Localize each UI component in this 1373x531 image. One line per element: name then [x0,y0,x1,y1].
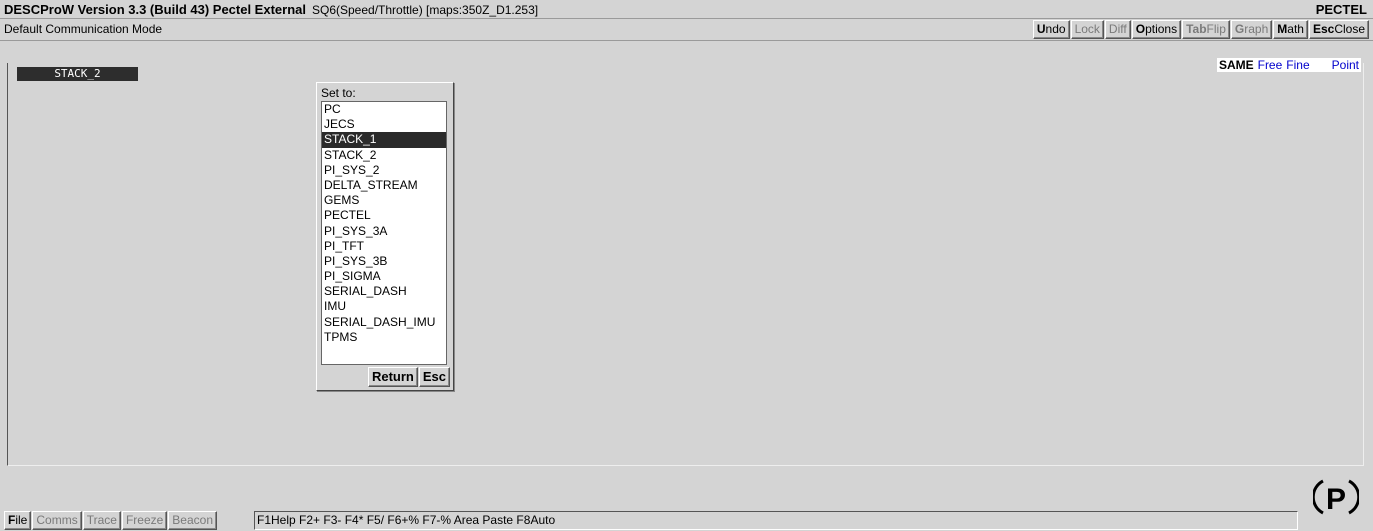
option-item[interactable]: SERIAL_DASH_IMU [322,315,446,330]
communication-mode-label: Default Communication Mode [4,22,163,36]
option-item[interactable]: GEMS [322,193,446,208]
option-item[interactable]: PI_SYS_3A [322,224,446,239]
option-item[interactable]: DELTA_STREAM [322,178,446,193]
tab-comms[interactable]: Comms [32,511,82,530]
mode-bar: Default Communication Mode Undo Lock Dif… [0,19,1373,41]
current-value-cell[interactable]: STACK_2 [17,67,138,81]
option-item[interactable]: STACK_1 [322,132,446,148]
bottom-bar: File Comms Trace Freeze Beacon F1Help F2… [0,508,1373,531]
option-item[interactable]: SERIAL_DASH [322,284,446,299]
option-item[interactable]: PC [322,102,446,117]
tab-file[interactable]: File [4,511,32,530]
option-item[interactable]: TPMS [322,330,446,345]
editor-canvas [7,63,1364,466]
option-item[interactable]: PI_SYS_2 [322,163,446,178]
pectel-logo-icon: P [1313,479,1359,516]
tab-trace[interactable]: Trace [82,511,121,530]
diff-button[interactable]: Diff [1104,20,1131,39]
tabflip-button[interactable]: TabFlip [1182,20,1230,39]
logo-letter: P [1326,483,1346,516]
tab-freeze[interactable]: Freeze [121,511,168,530]
tab-beacon[interactable]: Beacon [168,511,217,530]
return-button[interactable]: Return [367,367,418,387]
map-subtitle: SQ6(Speed/Throttle) [maps:350Z_D1.253] [311,3,539,17]
option-item[interactable]: PI_TFT [322,239,446,254]
undo-button[interactable]: Undo [1032,20,1070,39]
set-to-popup: Set to: PC JECS STACK_1 STACK_2 PI_SYS_2 DELT… [316,82,454,391]
option-item[interactable]: PI_SIGMA [322,269,446,284]
option-item[interactable]: PI_SYS_3B [322,254,446,269]
esc-button[interactable]: Esc [418,367,450,387]
function-key-hints: F1Help F2+ F3- F4* F5/ F6+% F7-% Area Pa… [254,511,1298,530]
lock-button[interactable]: Lock [1070,20,1104,39]
math-button[interactable]: Math [1273,20,1308,39]
option-item[interactable]: PECTEL [322,208,446,223]
popup-header: Set to: [321,86,356,100]
title-bar: DESCProW Version 3.3 (Build 43) Pectel E… [0,0,1373,19]
option-item[interactable]: IMU [322,299,446,314]
toolbar: Undo Lock Diff Options TabFlip Graph Mat… [1032,20,1369,39]
options-button[interactable]: Options [1131,20,1182,39]
option-item[interactable]: JECS [322,117,446,132]
option-item[interactable]: STACK_2 [322,148,446,163]
option-list[interactable]: PC JECS STACK_1 STACK_2 PI_SYS_2 DELTA_STREAM… [321,101,447,365]
graph-button[interactable]: Graph [1230,20,1273,39]
app-title: DESCProW Version 3.3 (Build 43) Pectel E… [4,2,539,17]
escclose-button[interactable]: EscClose [1308,20,1369,39]
brand-label: PECTEL [1315,2,1367,17]
